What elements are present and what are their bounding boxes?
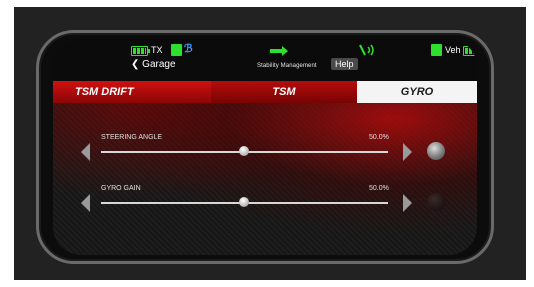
tx-battery-icon [131, 46, 150, 56]
steering-increase-button[interactable] [403, 143, 412, 161]
tab-tsm[interactable]: TSM [211, 81, 357, 103]
help-button[interactable]: Help [331, 58, 358, 70]
steering-angle-knob[interactable] [239, 146, 249, 156]
status-bar: TX ℬ ❮ Garage Stability Management Help … [53, 39, 477, 79]
app-screen: TX ℬ ❮ Garage Stability Management Help … [53, 39, 477, 255]
gyro-gain-knob[interactable] [239, 197, 249, 207]
steering-decrease-button[interactable] [81, 143, 90, 161]
chevron-left-icon: ❮ [131, 59, 143, 70]
gyro-increase-button[interactable] [403, 194, 412, 212]
bluetooth-icon: ℬ [184, 43, 193, 55]
gyro-reverse-button[interactable] [427, 193, 445, 211]
back-button[interactable]: ❮ Garage [131, 59, 176, 70]
vehicle-icon [431, 44, 442, 56]
phone-frame: TX ℬ ❮ Garage Stability Management Help … [36, 30, 494, 264]
veh-label: Veh [445, 45, 461, 55]
steering-angle-value: 50.0% [369, 134, 389, 141]
steering-angle-label: STEERING ANGLE [101, 134, 163, 141]
tab-bar: TSM DRIFT TSM GYRO [53, 81, 477, 103]
back-label: Garage [142, 59, 176, 70]
veh-battery-icon [463, 46, 477, 56]
gyro-gain-label: GYRO GAIN [101, 185, 141, 192]
gyro-decrease-button[interactable] [81, 194, 90, 212]
gyro-gain-value: 50.0% [369, 185, 389, 192]
signal-icon [171, 44, 182, 56]
steering-reverse-button[interactable] [427, 142, 445, 160]
tab-tsm-drift[interactable]: TSM DRIFT [53, 81, 211, 103]
screen-title: Stability Management [257, 63, 317, 69]
antenna-icon [359, 44, 374, 56]
tx-label: TX [151, 45, 163, 55]
settings-panel: STEERING ANGLE 50.0% GYRO GAIN 50.0% [53, 103, 477, 255]
swap-arrows-icon [270, 46, 288, 56]
tab-gyro[interactable]: GYRO [357, 81, 477, 103]
